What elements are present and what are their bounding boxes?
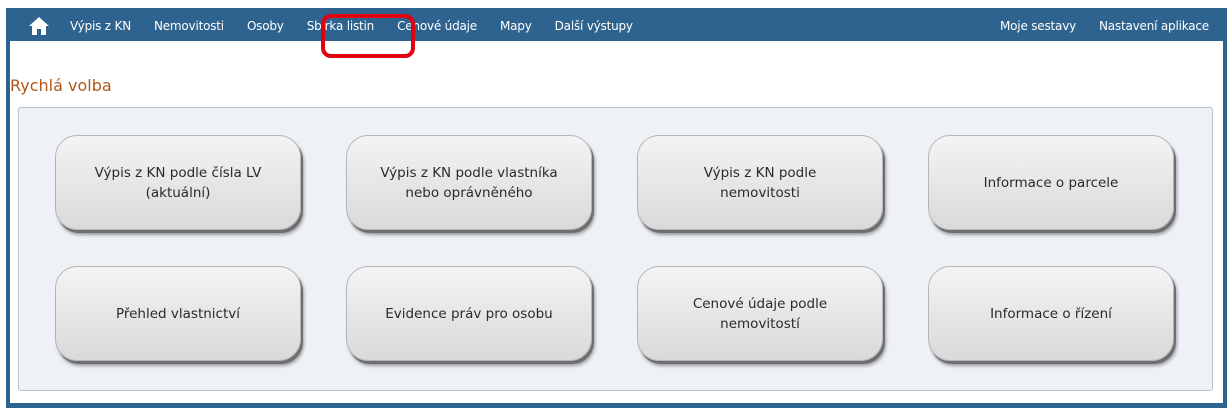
quick-button-informace-o-parcele[interactable]: Informace o parcele <box>928 135 1174 230</box>
quick-button-vypis-podle-lv[interactable]: Výpis z KN podle čísla LV (aktuální) <box>55 135 301 230</box>
quick-button-cenove-udaje[interactable]: Cenové údaje podle nemovitostí <box>637 266 883 361</box>
quick-button-informace-o-rizeni[interactable]: Informace o řízení <box>928 266 1174 361</box>
quick-button-prehled-vlastnictvi[interactable]: Přehled vlastnictví <box>55 266 301 361</box>
nav-item-mapy[interactable]: Mapy <box>500 19 532 33</box>
home-icon[interactable] <box>28 16 50 36</box>
nav-item-cenove-udaje[interactable]: Cenové údaje <box>397 19 477 33</box>
nav-right-group: Moje sestavy Nastavení aplikace <box>1000 19 1227 33</box>
nav-item-osoby[interactable]: Osoby <box>247 19 284 33</box>
quick-button-vypis-podle-vlastnika[interactable]: Výpis z KN podle vlastníka nebo oprávněn… <box>346 135 592 230</box>
quick-button-vypis-podle-nemovitosti[interactable]: Výpis z KN podle nemovitosti <box>637 135 883 230</box>
nav-item-vypis-z-kn[interactable]: Výpis z KN <box>70 19 131 33</box>
nav-item-moje-sestavy[interactable]: Moje sestavy <box>1000 19 1076 33</box>
nav-item-nastaveni-aplikace[interactable]: Nastavení aplikace <box>1099 19 1209 33</box>
nav-item-sbirka-listin[interactable]: Sbírka listin <box>307 19 375 33</box>
nav-item-nemovitosti[interactable]: Nemovitosti <box>154 19 224 33</box>
quick-actions-panel: Výpis z KN podle čísla LV (aktuální) Výp… <box>18 107 1213 391</box>
top-navbar: Výpis z KN Nemovitosti Osoby Sbírka list… <box>6 10 1227 41</box>
nav-item-dalsi-vystupy[interactable]: Další výstupy <box>555 19 633 33</box>
page-title: Rychlá volba <box>10 76 112 95</box>
quick-button-evidence-prav[interactable]: Evidence práv pro osobu <box>346 266 592 361</box>
